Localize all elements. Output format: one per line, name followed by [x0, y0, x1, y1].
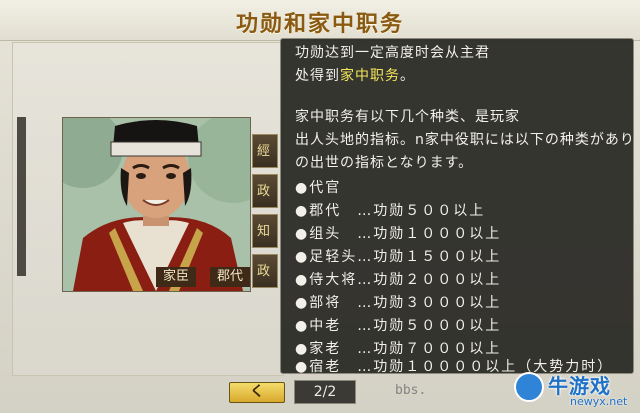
title-bar: 功勋和家中职务 [0, 0, 640, 41]
watermark-logo: 牛游戏 newyx.net [512, 366, 636, 410]
tab-3[interactable]: 知 [252, 214, 278, 248]
officer-portrait-art [63, 118, 250, 291]
rank-item: ●足轻头…功勋１５００以上 [295, 249, 502, 265]
tooltip-line-2-post: 。 [400, 68, 415, 84]
rank-item: ●代官 [295, 180, 342, 196]
tooltip-line-2-pre: 处得到 [295, 68, 340, 84]
logo-mascot-icon [514, 372, 544, 402]
rank-item: ●郡代 …功勋５００以上 [295, 203, 486, 219]
watermark-url: bbs. [395, 383, 427, 398]
tooltip-line-1: 功勋达到一定高度时会从主君 [295, 45, 490, 61]
logo-domain: newyx.net [570, 395, 628, 408]
page-indicator: 2/2 [294, 380, 356, 404]
rank-label: 家臣 [156, 267, 196, 287]
rank-item: ●组头 …功勋１０００以上 [295, 226, 502, 242]
tab-4[interactable]: 政 [252, 254, 278, 288]
rank-item: ●侍大将…功勋２０００以上 [295, 272, 502, 288]
tooltip-highlight-term: 家中职务 [340, 68, 400, 84]
role-label: 郡代 [210, 267, 250, 287]
tooltip-line-4: 家中职务有以下几个种类、是玩家 [295, 109, 520, 125]
rank-item: ●家老 …功勋７０００以上 [295, 341, 502, 357]
officer-portrait [62, 117, 251, 292]
tooltip-line-6: の出世の指标となります。 [295, 155, 474, 171]
dialog-panel: 功勋和家中职务 家臣 郡代 經 政 知 政 功勋达到一定高度时会从主君 处得到家… [0, 0, 640, 413]
previous-page-button[interactable]: く [229, 382, 285, 403]
tab-1[interactable]: 經 [252, 134, 278, 168]
tooltip-line-5: 出人头地的指标。n家中役职には以下の种类があり [295, 132, 634, 148]
tab-2[interactable]: 政 [252, 174, 278, 208]
rank-item: ●中老 …功勋５０００以上 [295, 318, 502, 334]
tooltip-line-2: 处得到家中职务。 [295, 66, 415, 86]
rank-item: ●部将 …功勋３０００以上 [295, 295, 502, 311]
dialog-title: 功勋和家中职务 [235, 12, 404, 37]
info-tooltip: 功勋达到一定高度时会从主君 处得到家中职务。 家中职务有以下几个种类、是玩家 出… [280, 38, 634, 374]
side-strip [17, 117, 26, 276]
